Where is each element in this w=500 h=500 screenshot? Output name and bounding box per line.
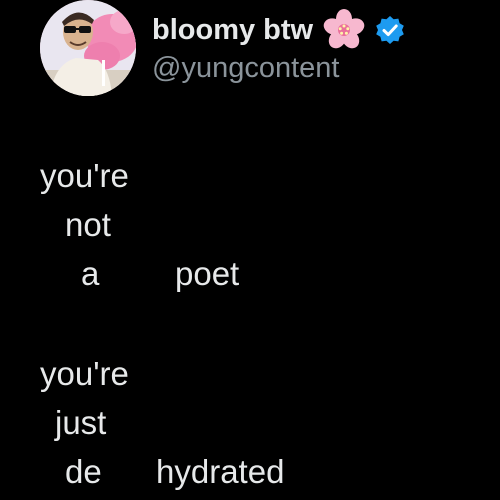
poem-line-4: you're xyxy=(40,355,129,392)
poem-line-3a: a xyxy=(81,255,100,292)
poem-line-2: not xyxy=(65,206,111,243)
poem-line-6a: de xyxy=(65,453,102,490)
poem-line-3b: poet xyxy=(175,255,240,292)
poem-line-5: just xyxy=(55,404,107,441)
tweet-text: you're not a poet you're just de hydrate… xyxy=(0,0,500,500)
poem-line-6b: hydrated xyxy=(156,453,285,490)
poem-line-1: you're xyxy=(40,157,129,194)
